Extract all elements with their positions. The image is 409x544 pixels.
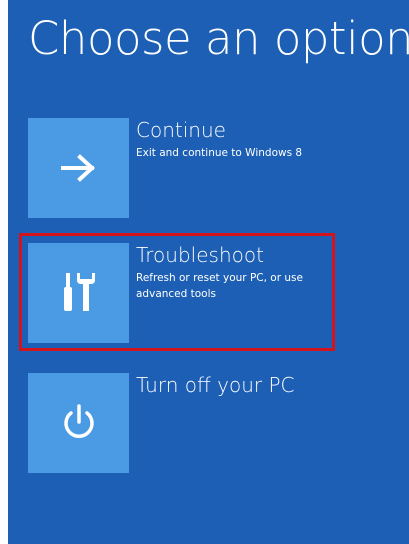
turn-off-tile[interactable] — [28, 373, 129, 473]
turn-off-option[interactable]: Turn off your PC — [28, 373, 358, 473]
selection-highlight — [19, 233, 335, 351]
page-title: Choose an option — [28, 12, 409, 65]
recovery-screen: Choose an option Continue Exit and conti… — [8, 0, 409, 544]
arrow-right-icon — [60, 154, 95, 182]
continue-description: Exit and continue to Windows 8 — [136, 147, 303, 159]
turn-off-title: Turn off your PC — [136, 373, 295, 397]
continue-text: Continue Exit and continue to Windows 8 — [136, 118, 346, 161]
continue-option[interactable]: Continue Exit and continue to Windows 8 — [28, 118, 358, 218]
power-icon — [63, 404, 94, 438]
continue-tile[interactable] — [28, 118, 129, 218]
continue-title: Continue — [136, 118, 226, 142]
turn-off-text: Turn off your PC — [136, 373, 346, 400]
